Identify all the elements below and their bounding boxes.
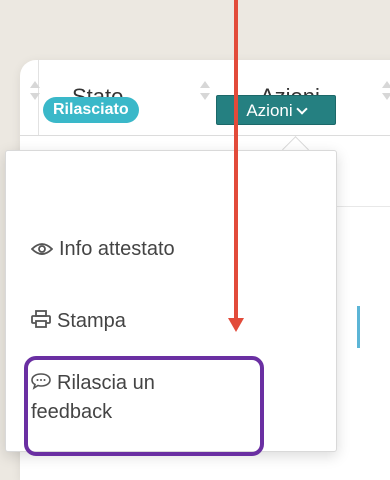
printer-icon	[31, 308, 51, 336]
sort-icon[interactable]	[30, 81, 40, 107]
menu-item-label: Stampa	[57, 310, 126, 332]
menu-item-label: Info attestato	[59, 238, 175, 260]
menu-item-info-attestato[interactable]: Info attestato	[30, 235, 175, 264]
arrow-head-icon	[228, 318, 244, 332]
sort-icon[interactable]	[200, 81, 210, 107]
menu-item-stampa[interactable]: Stampa	[31, 307, 126, 336]
eye-icon	[30, 236, 54, 264]
sort-icon[interactable]	[382, 81, 390, 107]
chevron-down-icon	[295, 103, 308, 115]
annotation-arrow	[234, 0, 238, 322]
background-element	[357, 306, 360, 348]
status-badge: Rilasciato	[43, 97, 139, 123]
highlight-box	[24, 356, 264, 456]
actions-button-label: Azioni	[246, 101, 293, 120]
